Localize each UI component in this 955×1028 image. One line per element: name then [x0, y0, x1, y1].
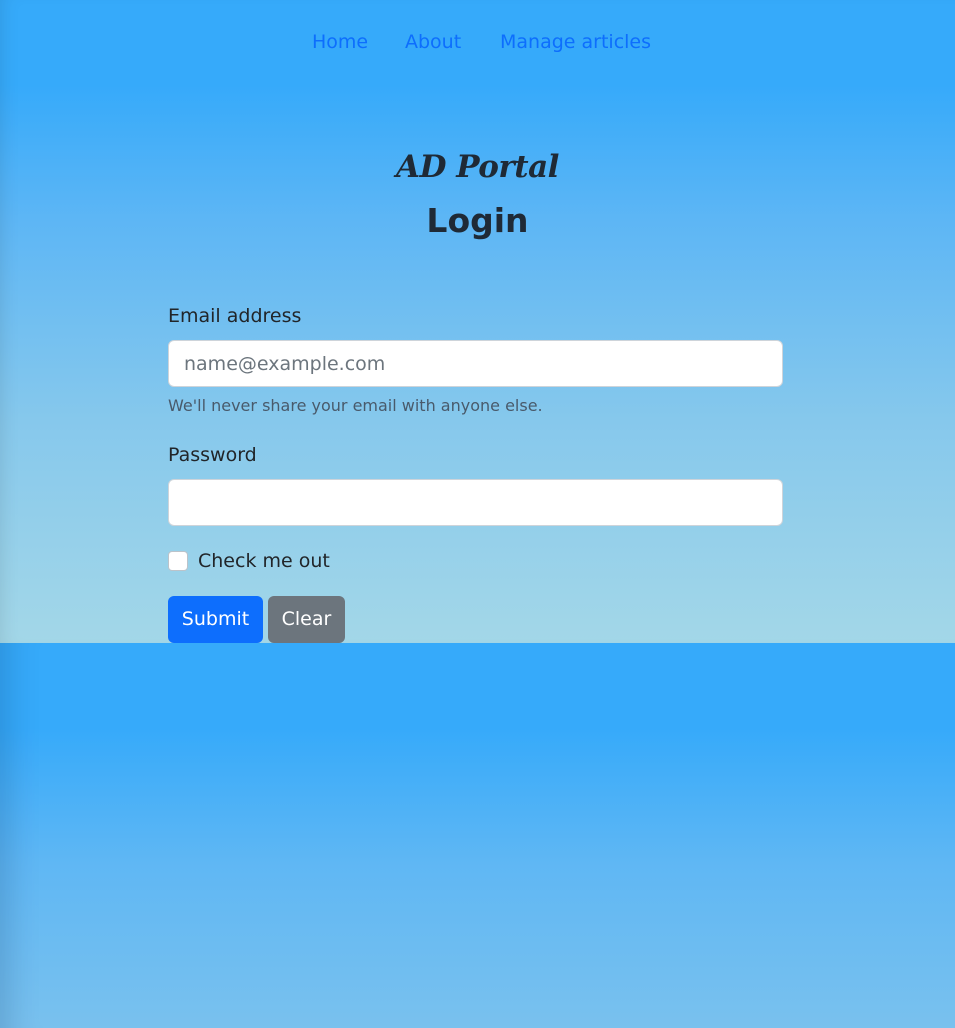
- top-nav: Home About Manage articles: [0, 0, 955, 85]
- submit-button[interactable]: Submit: [168, 596, 263, 643]
- clear-button[interactable]: Clear: [268, 596, 345, 643]
- email-field[interactable]: [168, 340, 783, 387]
- check-me-out-checkbox[interactable]: [168, 551, 188, 571]
- check-me-out-label[interactable]: Check me out: [198, 548, 330, 574]
- email-label: Email address: [168, 305, 302, 327]
- nav-link-about[interactable]: About: [405, 28, 461, 56]
- page-title: Login: [426, 201, 529, 240]
- password-label: Password: [168, 444, 257, 466]
- password-field[interactable]: [168, 479, 783, 526]
- nav-link-manage-articles[interactable]: Manage articles: [500, 28, 651, 56]
- email-help-text: We'll never share your email with anyone…: [168, 396, 543, 415]
- nav-link-home[interactable]: Home: [312, 28, 368, 56]
- brand-logo-text: AD Portal: [396, 149, 559, 185]
- page-background-bottom: [0, 643, 955, 1028]
- page-background-top: [0, 0, 955, 643]
